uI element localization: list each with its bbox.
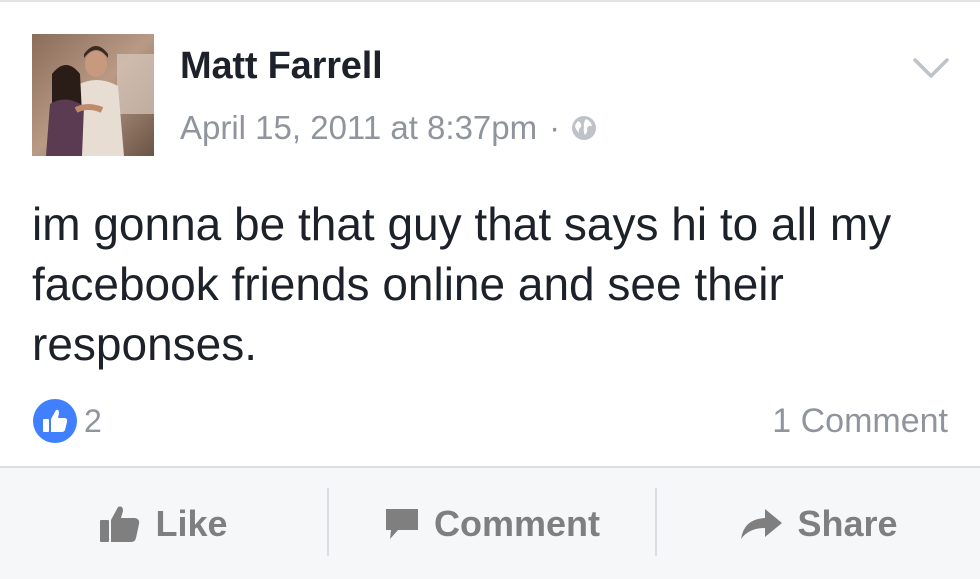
thumbs-up-icon [100,506,140,542]
share-button[interactable]: Share [657,468,980,579]
post-text: im gonna be that guy that says hi to all… [32,198,892,370]
avatar[interactable] [32,34,154,156]
profile-photo [32,34,154,156]
like-count: 2 [84,402,102,439]
action-bar: Like Comment Share [0,466,980,579]
like-button-label: Like [155,502,228,544]
comment-button-label: Comment [433,502,600,544]
like-summary[interactable]: 2 [32,397,102,445]
share-arrow-icon [741,508,783,539]
post-timestamp[interactable]: April 15, 2011 at 8:37pm [180,109,537,147]
author-name[interactable]: Matt Farrell [180,45,383,88]
like-badge-icon [33,399,77,443]
post-meta: April 15, 2011 at 8:37pm · [180,108,598,148]
comment-bubble-icon [385,508,418,539]
like-button[interactable]: Like [0,468,327,579]
chevron-down-icon[interactable] [912,56,950,80]
comment-button[interactable]: Comment [329,468,655,579]
top-border [0,0,980,2]
comment-count-link[interactable]: 1 Comment [772,402,948,441]
share-button-label: Share [797,502,898,544]
globe-icon[interactable] [570,114,598,142]
meta-separator: · [549,109,561,146]
